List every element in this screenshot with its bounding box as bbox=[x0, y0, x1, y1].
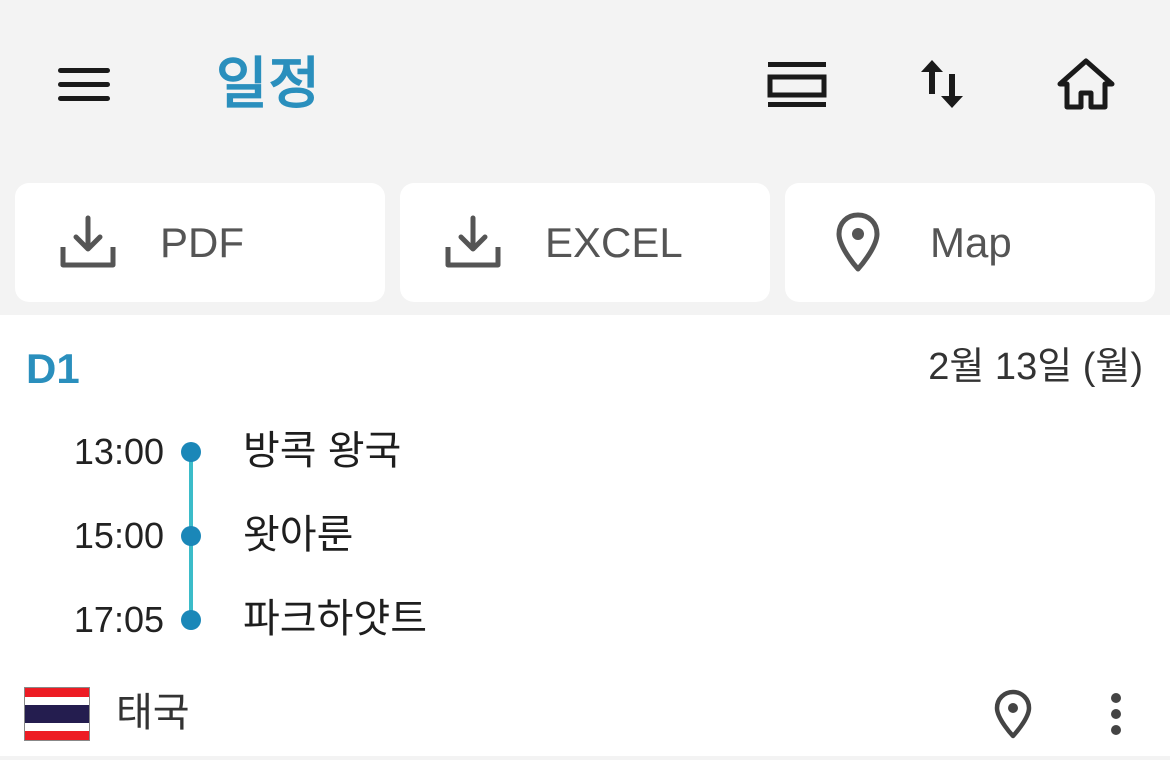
page-title: 일정 bbox=[216, 52, 322, 115]
timeline-dot bbox=[181, 526, 201, 546]
home-icon bbox=[1057, 58, 1115, 110]
flag-stripe bbox=[25, 722, 89, 732]
thailand-flag-icon bbox=[24, 687, 90, 741]
download-excel-label: EXCEL bbox=[545, 219, 683, 266]
hamburger-menu-icon bbox=[58, 68, 110, 101]
schedule-place[interactable]: 파크하얏트 bbox=[243, 596, 427, 642]
swap-vertical-icon bbox=[921, 60, 963, 108]
schedule-place[interactable]: 왓아룬 bbox=[243, 512, 353, 558]
day-card: D1 2월 13일 (월) 13:00 방콕 왕국 15:00 왓아룬 17:0… bbox=[0, 315, 1170, 756]
schedule-item[interactable]: 15:00 왓아룬 bbox=[0, 506, 1170, 566]
more-vertical-icon bbox=[1111, 693, 1121, 735]
flag-stripe bbox=[25, 696, 89, 706]
location-pin-icon bbox=[825, 209, 891, 275]
download-icon bbox=[55, 209, 121, 275]
location-pin-icon bbox=[994, 689, 1032, 739]
day-map-button[interactable] bbox=[988, 687, 1038, 741]
download-icon bbox=[440, 209, 506, 275]
open-map-button[interactable]: Map bbox=[785, 183, 1155, 302]
flag-stripe bbox=[25, 731, 89, 740]
day-number: D1 bbox=[26, 345, 80, 392]
more-options-button[interactable] bbox=[1094, 687, 1138, 741]
open-map-label: Map bbox=[930, 219, 1012, 266]
day-footer: 태국 bbox=[0, 675, 1170, 753]
timeline-dot bbox=[181, 442, 201, 462]
flag-stripe bbox=[25, 705, 89, 723]
schedule-time: 17:05 bbox=[73, 599, 164, 640]
menu-button[interactable] bbox=[44, 44, 124, 124]
flag-stripe bbox=[25, 688, 89, 697]
schedule-time: 15:00 bbox=[73, 515, 164, 556]
day-date: 2월 13일 (월) bbox=[928, 346, 1143, 388]
download-pdf-label: PDF bbox=[160, 219, 244, 266]
view-toggle-button[interactable] bbox=[757, 44, 837, 124]
schedule-item[interactable]: 13:00 방콕 왕국 bbox=[0, 422, 1170, 482]
timeline-dot bbox=[181, 610, 201, 630]
schedule-place[interactable]: 방콕 왕국 bbox=[243, 428, 401, 474]
schedule-time: 13:00 bbox=[73, 431, 164, 472]
country-name: 태국 bbox=[116, 691, 190, 735]
download-pdf-button[interactable]: PDF bbox=[15, 183, 385, 302]
home-button[interactable] bbox=[1046, 44, 1126, 124]
app-screen: 일정 PDF EXCEL Map D1 2월 13일 (월) 13:00 방콕 … bbox=[0, 0, 1170, 760]
sort-button[interactable] bbox=[902, 44, 982, 124]
top-app-bar: 일정 bbox=[0, 0, 1170, 165]
download-excel-button[interactable]: EXCEL bbox=[400, 183, 770, 302]
view-agenda-icon bbox=[767, 62, 827, 107]
schedule-item[interactable]: 17:05 파크하얏트 bbox=[0, 590, 1170, 650]
